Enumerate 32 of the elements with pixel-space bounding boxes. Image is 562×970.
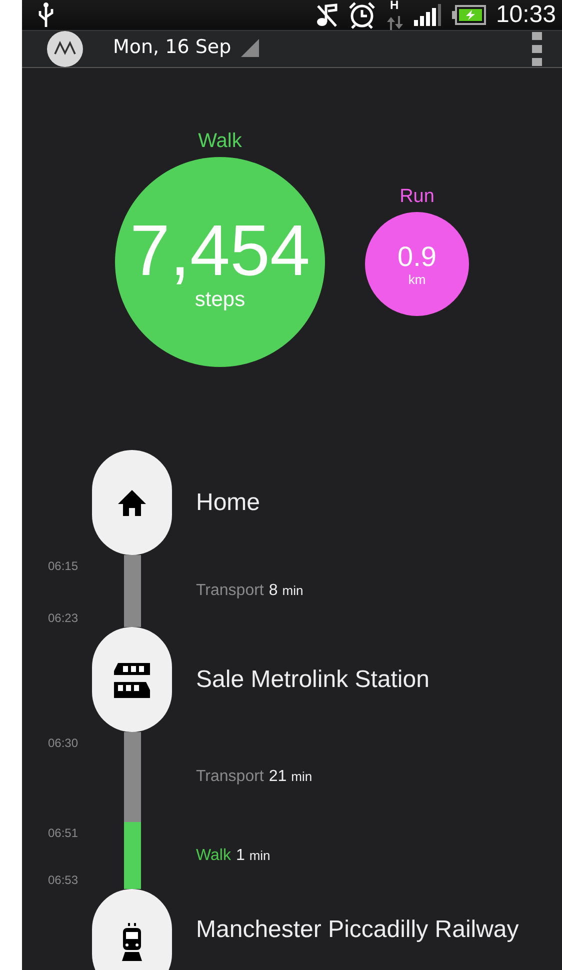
activity-label: Walk: [198, 130, 242, 153]
alarm-icon: [348, 1, 376, 29]
route-bar: [124, 822, 140, 889]
start-time: 06:30: [48, 736, 80, 750]
train-icon: [121, 922, 143, 962]
route-bar: [124, 555, 140, 627]
activity-bubble[interactable]: 0.9 km: [365, 212, 469, 316]
place-name: Sale Metrolink Station: [196, 665, 430, 695]
overflow-menu-icon[interactable]: [532, 32, 542, 66]
activity-label: Run: [400, 186, 434, 208]
sound-muted-icon: [316, 2, 338, 28]
start-time: 06:15: [48, 559, 80, 573]
status-time: 10:33: [496, 1, 556, 29]
home-icon: [117, 488, 147, 516]
app-logo-icon[interactable]: [47, 31, 83, 67]
start-time: 06:51: [48, 826, 80, 840]
travel-mode: Walk: [196, 846, 231, 864]
signal-icon: [414, 4, 442, 26]
battery-charging-icon: [452, 5, 486, 25]
usb-icon: [38, 2, 54, 28]
travel-mode: Transport: [196, 768, 264, 786]
end-time: 06:53: [48, 873, 80, 887]
place-name: Manchester Piccadilly Railway: [196, 915, 519, 945]
end-time: 06:23: [48, 611, 80, 625]
duration-text: 21 min: [268, 768, 312, 786]
dropdown-corner-icon: [241, 39, 260, 57]
duration-text: 8 min: [268, 582, 304, 600]
duration-text: 1 min: [236, 846, 270, 864]
travel-mode: Transport: [196, 582, 264, 600]
place-name: Home: [196, 488, 260, 518]
place-marker[interactable]: [92, 889, 172, 970]
activity-bubble[interactable]: 7,454 steps: [115, 157, 325, 367]
